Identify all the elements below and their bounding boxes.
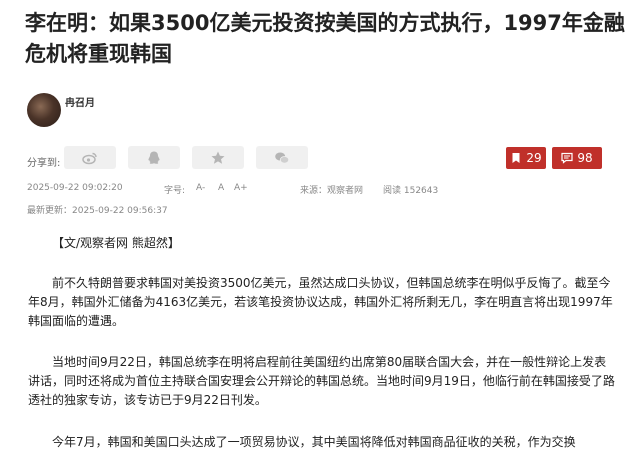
view-count: 阅读 152643	[383, 186, 439, 196]
share-label: 分享到:	[27, 158, 61, 169]
author-avatar[interactable]	[27, 93, 61, 127]
font-smaller-button[interactable]: A-	[196, 183, 205, 193]
article-paragraph: 前不久特朗普要求韩国对美投资3500亿美元，虽然达成口头协议，但韩国总统李在明似…	[28, 274, 618, 331]
font-default-button[interactable]: A	[218, 183, 224, 193]
wechat-icon	[275, 152, 290, 163]
share-qzone-button[interactable]	[192, 146, 244, 169]
article-paragraph: 今年7月，韩国和美国口头达成了一项贸易协议，其中美国将降低对韩国商品征收的关税，…	[28, 433, 618, 452]
publish-time: 2025-09-22 09:02:20	[27, 183, 123, 193]
bookmark-icon	[512, 153, 520, 163]
author-name[interactable]: 冉召月	[65, 94, 95, 109]
font-larger-button[interactable]: A+	[234, 183, 248, 193]
paragraph-text: 今年7月，韩国和美国口头达成了一项贸易协议，其中美国将降低对韩国商品征收的关税，…	[52, 435, 576, 449]
article-title: 李在明：如果3500亿美元投资按美国的方式执行，1997年金融危机将重现韩国	[25, 11, 625, 66]
weibo-icon	[82, 152, 97, 164]
article-paragraph: 当地时间9月22日，韩国总统李在明将启程前往美国纽约出席第80届联合国大会，并在…	[28, 353, 618, 410]
share-wechat-button[interactable]	[256, 146, 308, 169]
article-byline: 【文/观察者网 熊超然】	[52, 236, 180, 250]
font-size-label: 字号:	[164, 186, 186, 196]
last-updated: 最新更新：2025-09-22 09:56:37	[27, 206, 168, 216]
paragraph-text: 前不久特朗普要求韩国对美投资3500亿美元，虽然达成口头协议，但韩国总统李在明似…	[28, 276, 613, 328]
paragraph-text: 当地时间9月22日，韩国总统李在明将启程前往美国纽约出席第80届联合国大会，并在…	[28, 355, 615, 407]
share-qq-button[interactable]	[128, 146, 180, 169]
star-icon	[211, 151, 225, 164]
article-source: 来源：观察者网	[300, 186, 364, 196]
comments-count: 98	[577, 151, 593, 165]
comment-icon	[561, 152, 573, 164]
favorite-button[interactable]: 29	[506, 147, 546, 169]
share-weibo-button[interactable]	[64, 146, 116, 169]
favorites-count: 29	[526, 151, 542, 165]
qq-icon	[148, 151, 160, 164]
comment-button[interactable]: 98	[552, 147, 602, 169]
